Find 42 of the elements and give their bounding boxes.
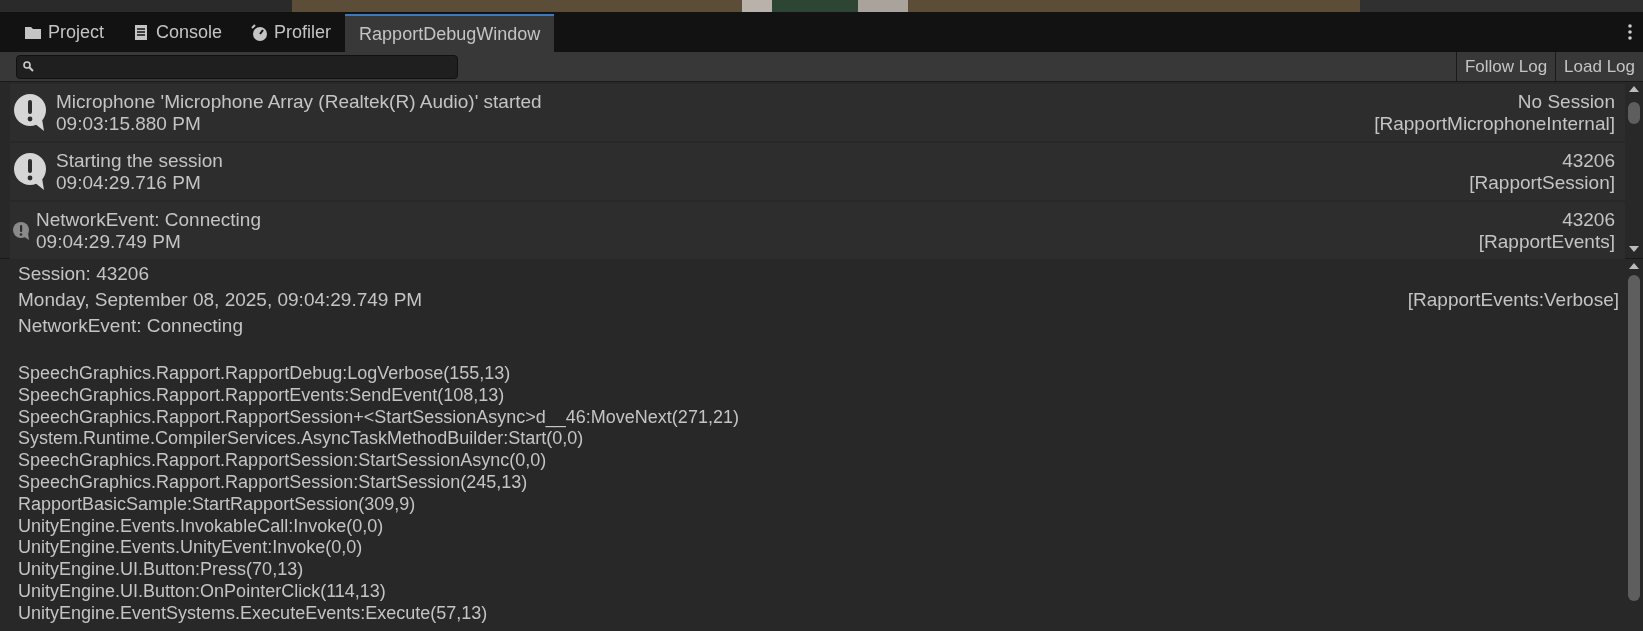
log-entry[interactable]: Starting the session 09:04:29.716 PM 43206 [RapportSession]	[10, 143, 1625, 200]
stack-frame: SpeechGraphics.Rapport.RapportSession+<StartSessionAsync>d__46:MoveNext(271,21)	[18, 406, 1619, 429]
warning-bubble-icon	[12, 92, 48, 133]
stack-frame: SpeechGraphics.Rapport.RapportSession:StartSession(245,13)	[18, 472, 1619, 494]
stack-frame: UnityEngine.UI.Button:Press(70,13)	[18, 559, 1619, 581]
search-field[interactable]	[16, 54, 458, 79]
tab[interactable]: Profiler	[236, 12, 346, 52]
tab[interactable]: Project	[10, 12, 119, 52]
search-icon	[23, 61, 34, 72]
stack-frame: RapportBasicSample:StartRapportSession(309,9)	[18, 493, 1619, 516]
log-message: NetworkEvent: Connecting	[36, 208, 262, 231]
stack-frame: SpeechGraphics.Rapport.RapportSession:StartSessionAsync(0,0)	[18, 450, 1619, 472]
log-message: NetworkEvent: Connecting	[18, 314, 244, 338]
session-label: Session: 43206	[18, 262, 150, 286]
log-time: 09:04:29.716 PM	[56, 171, 202, 194]
tab[interactable]: Console	[118, 12, 237, 52]
stack-frame: UnityEngine.Events.UnityEvent:Invoke(0,0)	[18, 537, 1619, 560]
stack-frame: System.Runtime.CompilerServices.AsyncTaskMethodBuilder:Start(0,0)	[18, 428, 1619, 451]
warning-bubble-icon	[12, 151, 48, 192]
stack-frame: UnityEngine.EventSystems.ExecuteEvents:Execute(57,13)	[18, 602, 1619, 625]
log-source: [RapportEvents:Verbose]	[1407, 288, 1619, 312]
stack-frame: UnityEngine.UI.Button:OnPointerClick(114,13)	[18, 580, 1619, 603]
session-id: 43206	[1561, 149, 1615, 172]
stack-frame: SpeechGraphics.Rapport.RapportDebug:LogVerbose(155,13)	[18, 363, 1619, 385]
log-source: [RapportEvents]	[1478, 230, 1615, 253]
warning-bubble-icon	[12, 220, 30, 241]
log-entry[interactable]: Microphone 'Microphone Array (Realtek(R) Audio)' started 09:03:15.880 PM No Session [RapportMicrophoneInternal]	[10, 84, 1625, 141]
timestamp: Monday, September 08, 2025, 09:04:29.749 PM	[18, 288, 423, 312]
log-message: Microphone 'Microphone Array (Realtek(R) Audio)' started	[56, 90, 543, 113]
gauge-icon	[250, 23, 269, 41]
log-message: Starting the session	[56, 149, 224, 172]
session-id: 43206	[1561, 208, 1615, 231]
log-time: 09:04:29.749 PM	[36, 230, 182, 253]
more-menu-icon[interactable]	[1627, 23, 1633, 41]
log-source: [RapportMicrophoneInternal]	[1374, 112, 1615, 135]
stack-frame: SpeechGraphics.Rapport.RapportEvents:SendEvent(108,13)	[18, 384, 1619, 407]
log-entry[interactable]: NetworkEvent: Connecting 09:04:29.749 PM 43206 [RapportEvents]	[10, 202, 1625, 259]
log-source: [RapportSession]	[1469, 171, 1615, 194]
log-time: 09:03:15.880 PM	[56, 112, 202, 135]
session-id: No Session	[1516, 90, 1615, 113]
stack-frame: UnityEngine.Events.InvokableCall:Invoke(0,0)	[18, 515, 1619, 538]
tab[interactable]: RapportDebugWindow	[345, 14, 555, 52]
